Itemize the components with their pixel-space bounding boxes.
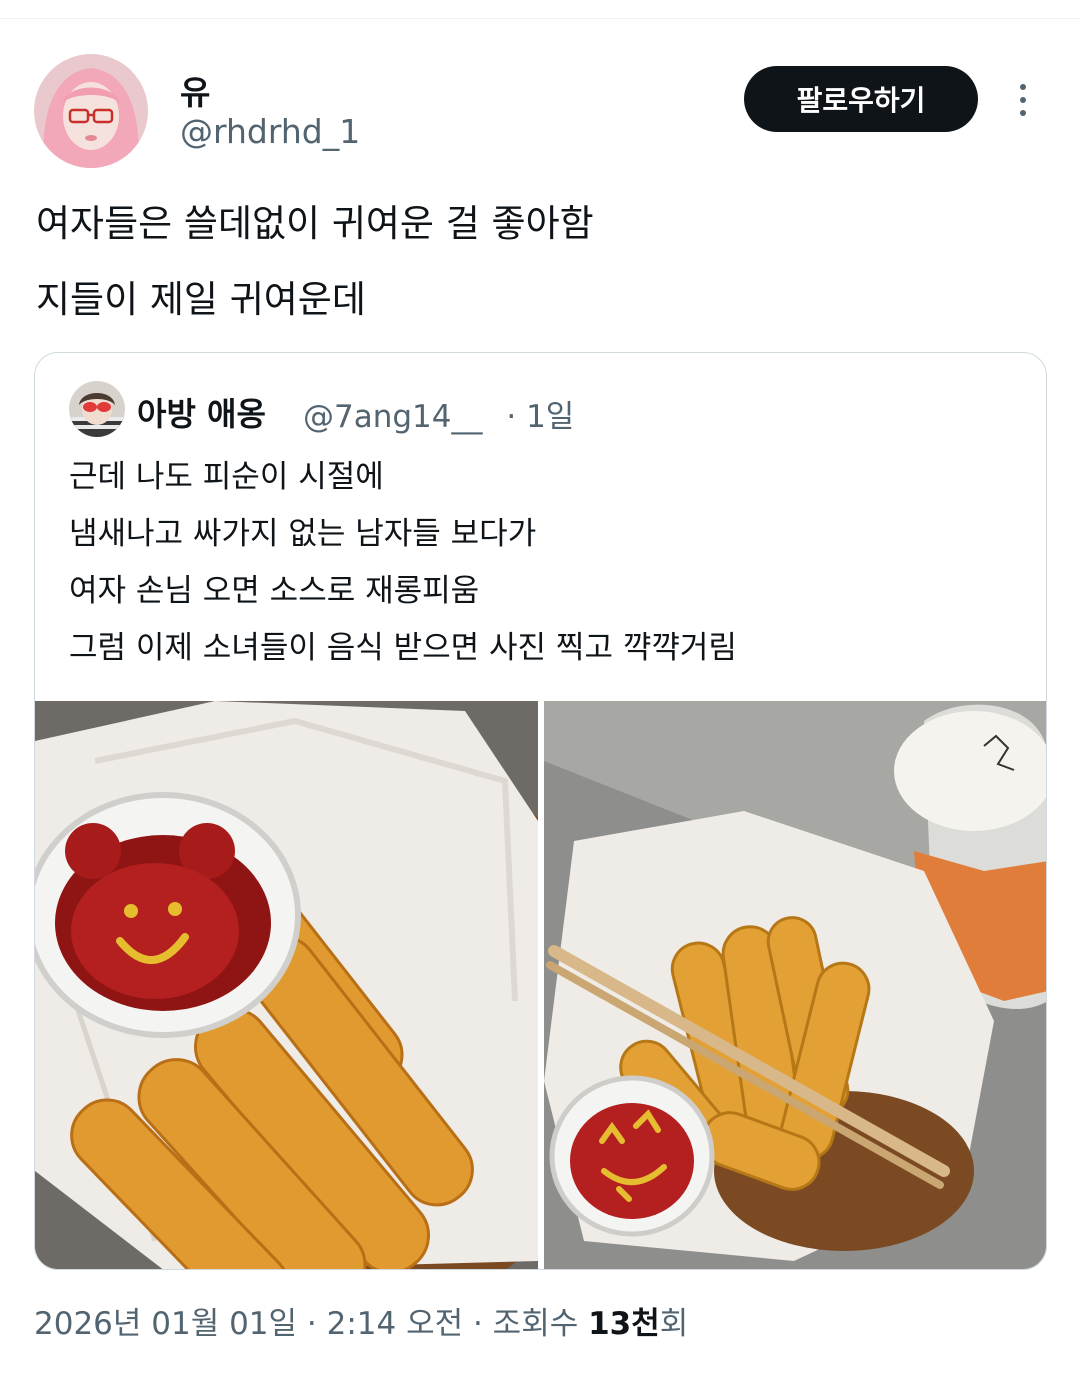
view-count-suffix: 회 <box>659 1306 689 1342</box>
author-avatar-image <box>34 54 148 168</box>
photo-cheese-sticks-cat-ketchup-drink <box>544 701 1046 1269</box>
quoted-author-avatar[interactable] <box>69 381 125 437</box>
author-avatar[interactable] <box>34 54 148 168</box>
top-divider <box>0 18 1080 19</box>
more-options-icon[interactable] <box>1008 80 1038 120</box>
quoted-photo-1[interactable] <box>35 701 538 1269</box>
tweet-datetime[interactable]: 2026년 01월 01일 · 2:14 오전 · 조회수 <box>34 1306 588 1342</box>
tweet-text: 여자들은 쓸데없이 귀여운 걸 좋아함 지들이 제일 귀여운데 <box>36 196 1046 328</box>
quoted-author-handle-and-time[interactable]: @7ang14__ · 1일 <box>303 391 574 436</box>
quoted-photo-2[interactable] <box>544 701 1046 1269</box>
more-dot <box>1020 110 1026 116</box>
more-dot <box>1020 97 1026 103</box>
quoted-line: 여자 손님 오면 소스로 재롱피움 <box>69 573 480 609</box>
author-display-name[interactable]: 유 <box>180 66 210 114</box>
quoted-line: 냄새나고 싸가지 없는 남자들 보다가 <box>69 516 537 552</box>
follow-button[interactable]: 팔로우하기 <box>744 66 978 132</box>
quoted-author-name[interactable]: 아방 애옹 <box>137 389 266 435</box>
author-handle[interactable]: @rhdrhd_1 <box>180 112 360 151</box>
quoted-tweet-card[interactable]: 아방 애옹 @7ang14__ · 1일 근데 나도 피순이 시절에 냄새나고 … <box>34 352 1047 1270</box>
tweet-line: 여자들은 쓸데없이 귀여운 걸 좋아함 <box>36 202 594 245</box>
quoted-author-handle: @7ang14__ <box>303 399 483 435</box>
photo-cheese-sticks-bear-ketchup <box>35 701 538 1269</box>
view-count: 13천 <box>588 1306 660 1342</box>
tweet-meta: 2026년 01월 01일 · 2:14 오전 · 조회수 13천회 <box>34 1298 688 1343</box>
more-dot <box>1020 84 1026 90</box>
quoted-avatar-image <box>69 381 125 437</box>
quoted-line: 그럼 이제 소녀들이 음식 받으면 사진 찍고 꺅꺅거림 <box>69 630 737 666</box>
quoted-line: 근데 나도 피순이 시절에 <box>69 459 384 495</box>
tweet-line: 지들이 제일 귀여운데 <box>36 278 366 321</box>
quoted-tweet-text: 근데 나도 피순이 시절에 냄새나고 싸가지 없는 남자들 보다가 여자 손님 … <box>69 457 1029 668</box>
quoted-time: · 1일 <box>506 399 575 435</box>
